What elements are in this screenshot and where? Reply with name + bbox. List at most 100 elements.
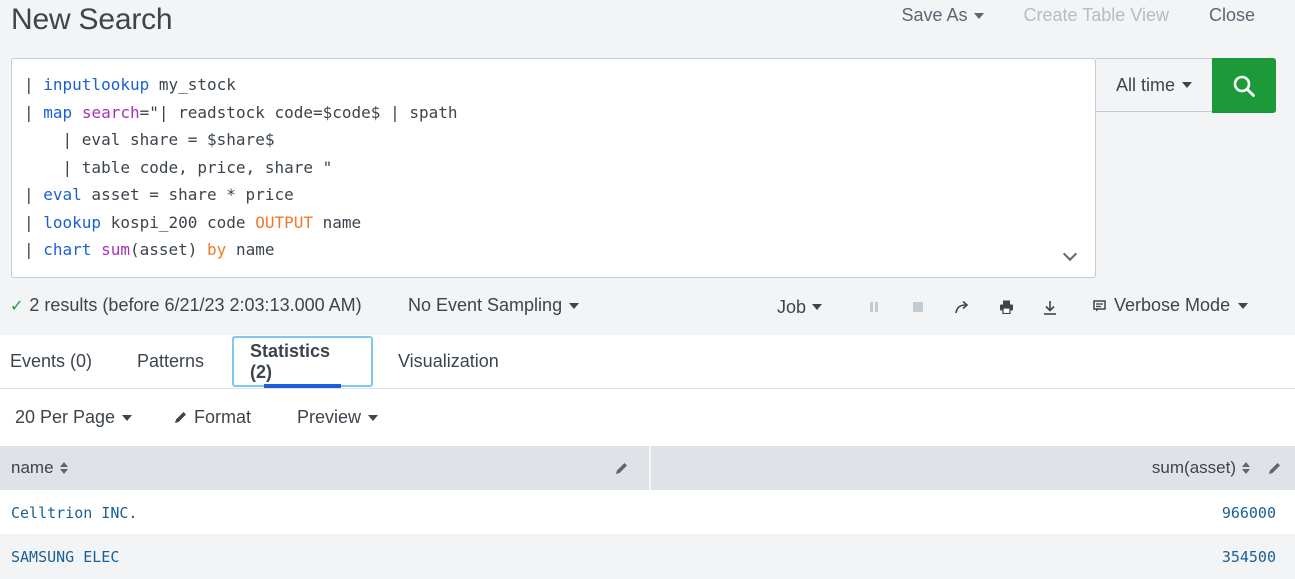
query-text: kospi_200 code bbox=[101, 212, 256, 232]
pause-icon bbox=[870, 302, 879, 312]
query-text bbox=[72, 103, 82, 122]
query-text: ="| readstock code=$code$ | spath bbox=[139, 102, 458, 122]
per-page-label: 20 Per Page bbox=[15, 407, 116, 427]
table-row: SAMSUNG ELEC 354500 bbox=[0, 534, 1295, 578]
sort-icon bbox=[59, 462, 68, 474]
query-command: chart bbox=[43, 240, 92, 259]
format-label: Format bbox=[194, 407, 252, 427]
results-count-text: 2 results (before 6/21/23 2:03:13.000 AM… bbox=[29, 295, 362, 315]
query-text: | eval share = $share$ bbox=[24, 130, 275, 149]
results-summary: ✓ 2 results (before 6/21/23 2:03:13.000 … bbox=[10, 295, 362, 316]
column-format-button[interactable] bbox=[1268, 446, 1281, 490]
close-button[interactable]: Close bbox=[1209, 5, 1255, 26]
query-command: inputlookup bbox=[43, 75, 150, 94]
tab-patterns[interactable]: Patterns bbox=[137, 335, 204, 388]
stop-icon bbox=[913, 302, 924, 312]
query-line: | inputlookup my_stock bbox=[24, 71, 1083, 99]
save-as-label: Save As bbox=[901, 5, 968, 25]
job-status-bar: ✓ 2 results (before 6/21/23 2:03:13.000 … bbox=[10, 295, 1295, 319]
time-range-label: All time bbox=[1115, 74, 1175, 95]
search-mode-icon bbox=[1093, 299, 1106, 311]
preview-label: Preview bbox=[297, 407, 362, 427]
query-text: (asset) bbox=[129, 240, 208, 259]
query-function: sum bbox=[101, 240, 130, 259]
name-cell[interactable]: Celltrion INC. bbox=[11, 504, 137, 522]
query-line: | eval asset = share * price bbox=[24, 181, 1083, 209]
query-text: name bbox=[312, 212, 362, 232]
caret-down-icon bbox=[1182, 82, 1192, 88]
search-icon bbox=[1233, 75, 1255, 97]
pencil-icon bbox=[175, 412, 186, 423]
print-button[interactable] bbox=[984, 295, 1028, 319]
sum-asset-cell[interactable]: 966000 bbox=[1222, 504, 1276, 522]
share-arrow-icon bbox=[955, 300, 969, 314]
event-sampling-menu[interactable]: No Event Sampling bbox=[408, 295, 580, 316]
save-as-menu[interactable]: Save As bbox=[901, 5, 984, 26]
caret-down-icon bbox=[368, 414, 379, 421]
tab-statistics-label: Statistics (2) bbox=[250, 340, 331, 382]
query-text: | bbox=[24, 102, 44, 122]
format-menu[interactable]: Format bbox=[174, 407, 251, 428]
table-row: Celltrion INC. 966000 bbox=[0, 490, 1295, 534]
column-header-label: sum(asset) bbox=[1151, 458, 1236, 477]
pencil-icon bbox=[1269, 462, 1280, 474]
column-format-button[interactable] bbox=[615, 446, 628, 490]
tab-visualization[interactable]: Visualization bbox=[398, 335, 499, 388]
event-sampling-label: No Event Sampling bbox=[408, 295, 563, 315]
tab-statistics[interactable]: Statistics (2) bbox=[232, 336, 373, 388]
job-menu[interactable]: Job bbox=[777, 296, 823, 318]
create-table-view-button[interactable]: Create Table View bbox=[1024, 5, 1169, 26]
query-line: | chart sum(asset) by name bbox=[24, 236, 1083, 264]
tab-events[interactable]: Events (0) bbox=[10, 335, 92, 388]
query-text: asset = share * price bbox=[81, 185, 294, 204]
query-text bbox=[91, 240, 101, 259]
caret-down-icon bbox=[973, 12, 984, 19]
search-mode-menu[interactable]: Verbose Mode bbox=[1093, 295, 1249, 316]
search-button[interactable] bbox=[1212, 58, 1276, 113]
per-page-menu[interactable]: 20 Per Page bbox=[15, 407, 133, 428]
export-button[interactable] bbox=[1028, 295, 1072, 319]
query-text: | bbox=[24, 212, 44, 232]
query-keyword: by bbox=[207, 240, 227, 259]
download-icon bbox=[1044, 300, 1057, 315]
query-line: | eval share = $share$ bbox=[24, 126, 1083, 154]
time-range-picker[interactable]: All time bbox=[1096, 58, 1213, 112]
statistics-table: name sum(asset) Celltrion INC. 966000 SA… bbox=[0, 446, 1295, 578]
search-query-editor[interactable]: | inputlookup my_stock | map search="| re… bbox=[11, 58, 1096, 278]
preview-menu[interactable]: Preview bbox=[297, 407, 379, 428]
search-mode-label: Verbose Mode bbox=[1114, 295, 1231, 315]
query-command: eval bbox=[43, 185, 82, 204]
share-button[interactable] bbox=[940, 295, 984, 319]
query-command: map bbox=[43, 102, 73, 122]
column-header-name[interactable]: name bbox=[11, 446, 68, 490]
caret-down-icon bbox=[122, 414, 133, 421]
query-line: | lookup kospi_200 code OUTPUT name bbox=[24, 209, 1083, 237]
column-header-sum-asset[interactable]: sum(asset) bbox=[1152, 446, 1250, 490]
print-icon bbox=[999, 300, 1013, 314]
table-toolbar: 20 Per Page Format Preview bbox=[0, 389, 1295, 446]
query-line: | table code, price, share " bbox=[24, 154, 1083, 182]
query-function: search bbox=[81, 102, 140, 122]
page-title: New Search bbox=[11, 3, 173, 36]
column-header-label: name bbox=[11, 458, 54, 477]
stop-button[interactable] bbox=[896, 295, 940, 319]
job-label: Job bbox=[777, 296, 807, 317]
query-command: lookup bbox=[43, 212, 102, 232]
query-line: | map search="| readstock code=$code$ | … bbox=[24, 99, 1083, 127]
caret-down-icon bbox=[1238, 302, 1249, 309]
query-text: | bbox=[24, 75, 44, 94]
sort-icon bbox=[1242, 462, 1250, 474]
caret-down-icon bbox=[812, 304, 823, 310]
name-cell[interactable]: SAMSUNG ELEC bbox=[11, 548, 119, 566]
query-keyword: OUTPUT bbox=[255, 212, 313, 232]
results-tabs: Events (0) Patterns Statistics (2) Visua… bbox=[0, 335, 1295, 389]
column-divider[interactable] bbox=[649, 446, 651, 490]
table-header: name sum(asset) bbox=[0, 446, 1295, 490]
sum-asset-cell[interactable]: 354500 bbox=[1222, 548, 1276, 566]
query-text: my_stock bbox=[149, 75, 236, 94]
query-text: name bbox=[226, 240, 275, 259]
query-text: | table code, price, share " bbox=[24, 157, 333, 177]
pause-button[interactable] bbox=[852, 295, 896, 319]
query-text: | bbox=[24, 185, 44, 204]
query-text: | bbox=[24, 240, 44, 259]
